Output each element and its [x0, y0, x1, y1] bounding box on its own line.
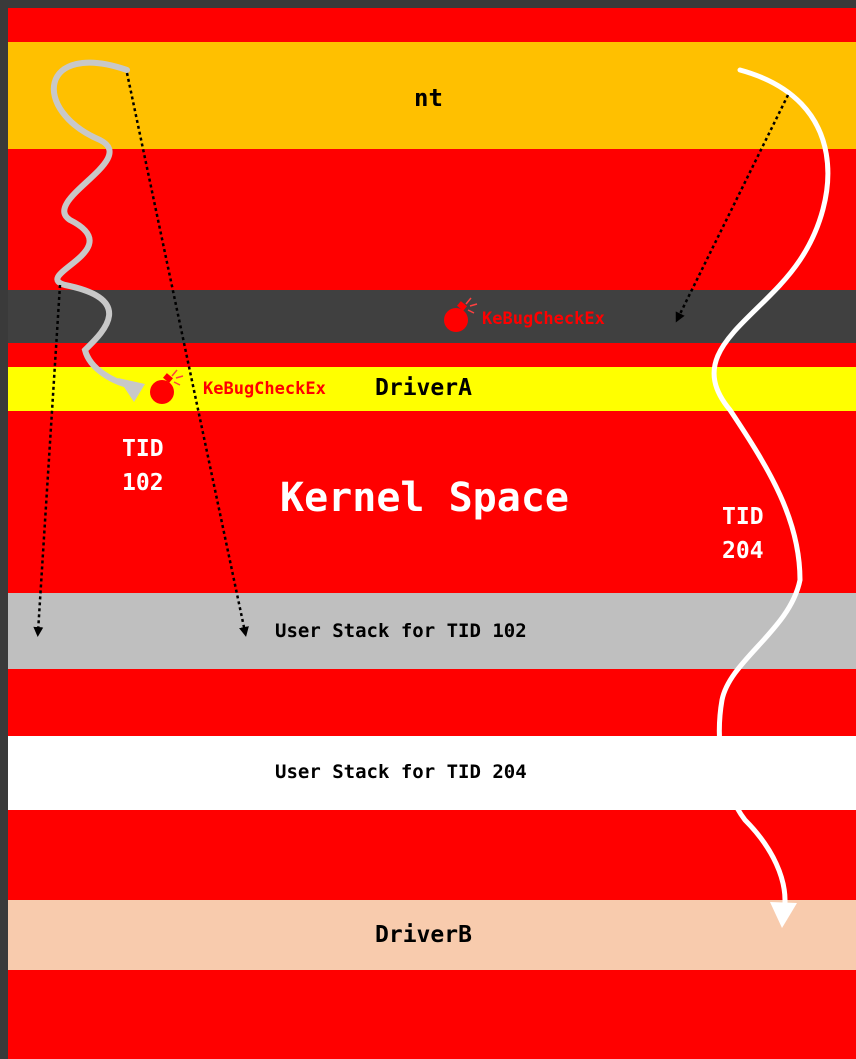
kernel-space-label: Kernel Space [280, 475, 569, 521]
tid-204-label: TID [722, 504, 764, 530]
stack-walk-arrow-2 [33, 284, 62, 637]
stack-walk-arrow-1 [125, 72, 249, 637]
nt-module-label: nt [414, 84, 443, 112]
thread-204-path [711, 67, 831, 921]
driver-a-module-label: DriverA [375, 375, 472, 401]
user-stack-204-label: User Stack for TID 204 [275, 761, 527, 783]
bugcheck-label-lower: KeBugCheckEx [203, 379, 326, 399]
tid-102-caption: TID 102 [122, 432, 164, 500]
thread-204-arrowhead [770, 902, 797, 928]
bomb-icon [444, 297, 478, 332]
tid-102-id: 102 [122, 470, 164, 496]
tid-102-label: TID [122, 436, 164, 462]
thread-102-path [50, 59, 131, 388]
tid-204-caption: TID 204 [722, 500, 764, 568]
user-stack-102-label: User Stack for TID 102 [275, 620, 527, 642]
thread-102-arrowhead [118, 378, 145, 402]
bugcheck-label-upper: KeBugCheckEx [482, 309, 605, 329]
stack-diagram: nt KeBugCheckEx KeBugCheckEx DriverA TID… [0, 0, 856, 1059]
stack-walk-arrow-3 [675, 94, 790, 323]
bomb-icon [150, 369, 184, 404]
driver-b-module-label: DriverB [375, 922, 472, 948]
tid-204-id: 204 [722, 538, 764, 564]
